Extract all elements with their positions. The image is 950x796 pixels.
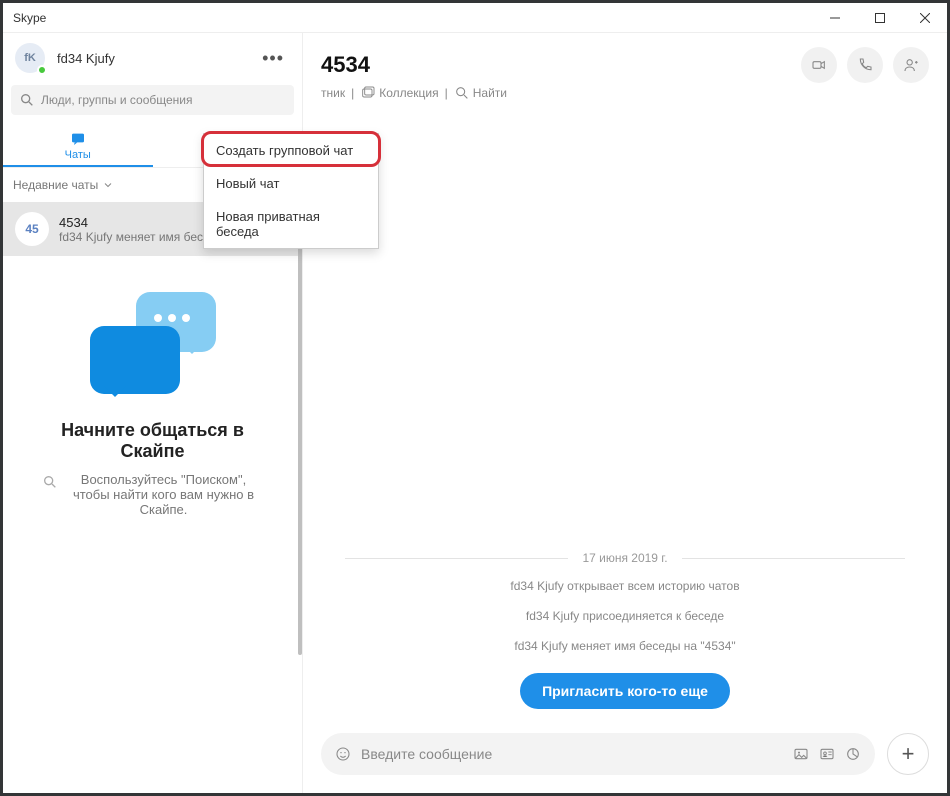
maximize-button[interactable] — [857, 3, 902, 33]
chat-title: 4534 — [321, 52, 370, 78]
empty-state: Начните общаться в Скайпе Воспользуйтесь… — [3, 292, 302, 517]
more-icon[interactable]: ••• — [256, 48, 290, 69]
chat-header: 4534 тник | Коллекция | Найти — [303, 33, 947, 109]
chevron-down-icon[interactable] — [102, 177, 114, 193]
meta-collection[interactable]: Коллекция — [360, 85, 438, 101]
sidebar-scrollbar[interactable] — [298, 215, 302, 655]
add-button[interactable]: + — [887, 733, 929, 775]
minimize-button[interactable] — [812, 3, 857, 33]
header-meta: тник | Коллекция | Найти — [321, 85, 929, 101]
profile-name: fd34 Kjufy — [57, 51, 115, 66]
header-actions — [801, 47, 929, 83]
main-panel: 4534 тник | Коллекция | Найти — [303, 33, 947, 793]
invite-button[interactable]: Пригласить кого-то еще — [520, 673, 730, 709]
search-icon — [19, 92, 35, 108]
chat-icon — [70, 131, 86, 147]
close-button[interactable] — [902, 3, 947, 33]
meta-participant[interactable]: тник — [321, 86, 345, 100]
menu-private-chat[interactable]: Новая приватная беседа — [204, 200, 378, 248]
empty-title: Начните общаться в Скайпе — [33, 420, 272, 462]
chat-bubbles-art — [78, 292, 228, 402]
image-icon[interactable] — [793, 746, 809, 762]
tab-chats[interactable]: Чаты — [3, 123, 153, 167]
search-icon — [42, 474, 58, 490]
profile-avatar: fK — [15, 43, 45, 73]
video-icon — [811, 57, 827, 73]
system-message: fd34 Kjufy открывает всем историю чатов — [510, 579, 739, 593]
menu-create-group-chat[interactable]: Создать групповой чат — [204, 134, 378, 167]
profile-row[interactable]: fK fd34 Kjufy ••• — [3, 33, 302, 83]
meta-find[interactable]: Найти — [454, 85, 507, 101]
tab-chats-label: Чаты — [65, 149, 91, 161]
composer-placeholder: Введите сообщение — [361, 746, 783, 762]
message-input[interactable]: Введите сообщение — [321, 733, 875, 775]
context-menu: Создать групповой чат Новый чат Новая пр… — [203, 133, 379, 249]
date-divider: 17 июня 2019 г. — [331, 551, 919, 565]
audio-call-button[interactable] — [847, 47, 883, 83]
phone-icon — [857, 57, 873, 73]
emoji-icon[interactable] — [335, 746, 351, 762]
presence-indicator — [37, 65, 47, 75]
recent-label[interactable]: Недавние чаты — [13, 178, 98, 192]
search-placeholder: Люди, группы и сообщения — [41, 93, 193, 107]
system-message: fd34 Kjufy присоединяется к беседе — [526, 609, 724, 623]
menu-new-chat[interactable]: Новый чат — [204, 167, 378, 200]
window-title: Skype — [13, 11, 46, 25]
plus-icon: + — [902, 741, 915, 767]
add-participant-button[interactable] — [893, 47, 929, 83]
profile-initials: fK — [24, 52, 36, 64]
search-input[interactable]: Люди, группы и сообщения — [11, 85, 294, 115]
empty-description: Воспользуйтесь "Поиском", чтобы найти ко… — [64, 472, 264, 517]
collection-icon — [360, 85, 376, 101]
contact-card-icon[interactable] — [819, 746, 835, 762]
app-body: fK fd34 Kjufy ••• Люди, группы и сообщен… — [3, 33, 947, 793]
chat-avatar: 45 — [15, 212, 49, 246]
composer-row: Введите сообщение + — [303, 721, 947, 793]
pie-icon[interactable] — [845, 746, 861, 762]
system-message: fd34 Kjufy меняет имя беседы на "4534" — [514, 639, 735, 653]
titlebar: Skype — [3, 3, 947, 33]
search-icon — [454, 85, 470, 101]
chat-feed: 17 июня 2019 г. fd34 Kjufy открывает все… — [303, 109, 947, 721]
window-controls — [812, 3, 947, 33]
video-call-button[interactable] — [801, 47, 837, 83]
add-user-icon — [903, 57, 919, 73]
